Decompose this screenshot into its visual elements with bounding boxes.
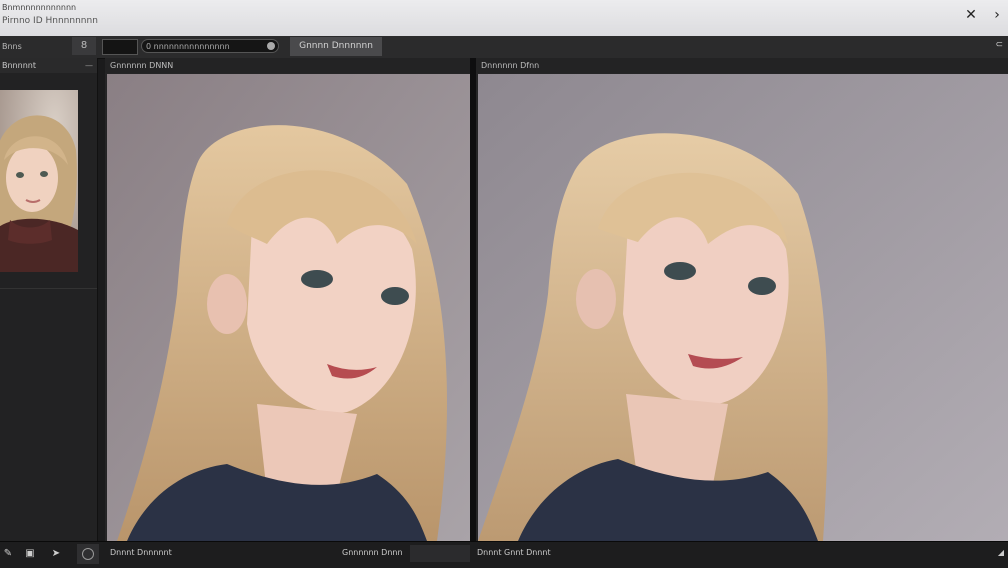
value-field[interactable]	[102, 39, 138, 55]
search-input[interactable]: 0 nnnnnnnnnnnnnnn	[141, 39, 279, 53]
chevron-right-icon[interactable]: ›	[988, 6, 1006, 24]
sidebar-title: Bnnnnnt	[2, 61, 36, 70]
image-canvas[interactable]	[107, 74, 470, 541]
resize-grip-icon[interactable]: ◢	[998, 548, 1004, 557]
title-bar: Bnmnnnnnnnnnnn Pirnno ID Hnnnnnnnn ✕ ›	[0, 0, 1008, 36]
app-title: Bnmnnnnnnnnnnn	[2, 3, 77, 12]
status-bar: ✎ ▣ ➤ Dnnnt Dnnnnnt Gnnnnnn Dnnn Dnnnt G…	[0, 541, 1008, 568]
tool-button[interactable]: 8	[72, 37, 96, 55]
panel-diffusion: Dnnnnnn Dfnn	[476, 58, 1008, 541]
status-label-right: Dnnnt Gnnt Dnnnt	[477, 548, 551, 557]
status-label-mid: Gnnnnnn Dnnn	[342, 548, 403, 557]
search-icon[interactable]	[267, 42, 275, 50]
image-canvas[interactable]	[478, 74, 1008, 541]
record-icon	[82, 548, 94, 560]
toolbar-label: Bnns	[2, 42, 22, 51]
panel-header: Dnnnnnn Dfnn	[476, 58, 1008, 73]
sidebar-header: Bnnnnnt —	[0, 58, 97, 73]
brush-icon[interactable]: ✎	[0, 546, 16, 562]
sidebar-divider	[0, 288, 97, 289]
cursor-icon[interactable]: ➤	[48, 546, 64, 562]
collapse-icon[interactable]: —	[85, 58, 93, 73]
panel-menu-icon[interactable]: ⊂	[995, 40, 1003, 50]
record-button[interactable]	[77, 544, 99, 564]
search-text: 0 nnnnnnnnnnnnnnn	[146, 42, 230, 51]
document-title: Pirnno ID Hnnnnnnnn	[2, 16, 98, 26]
close-icon[interactable]: ✕	[962, 6, 980, 24]
reference-thumbnail[interactable]	[0, 90, 78, 272]
status-field[interactable]	[410, 545, 470, 562]
panel-header: Gnnnnnn DNNN	[105, 58, 470, 73]
sidebar: Bnnnnnt —	[0, 58, 98, 541]
generate-button[interactable]: Gnnnn Dnnnnnn	[290, 37, 382, 56]
panel-generated: Gnnnnnn DNNN	[105, 58, 470, 541]
save-icon[interactable]: ▣	[22, 546, 38, 562]
status-label-left: Dnnnt Dnnnnnt	[110, 548, 172, 557]
toolbar: Bnns 8 0 nnnnnnnnnnnnnnn Gnnnn Dnnnnnn ⊂	[0, 36, 1008, 59]
